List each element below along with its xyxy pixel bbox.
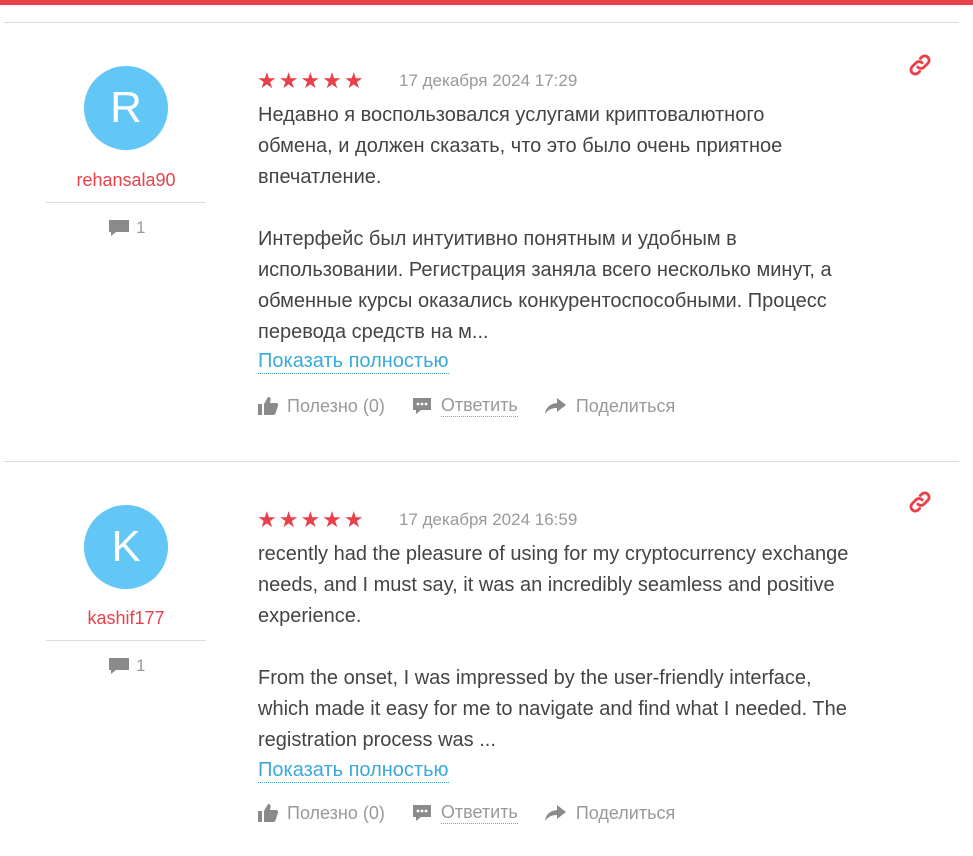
permalink-icon[interactable]	[907, 489, 933, 515]
review-actions: Полезно (0) Ответить Поделиться	[257, 395, 701, 417]
review-paragraph: Недавно я воспользовался услугами крипто…	[258, 104, 783, 188]
review-text: recently had the pleasure of using for m…	[258, 539, 938, 756]
show-more-link[interactable]: Показать полностью	[258, 349, 449, 374]
user-divider	[46, 202, 206, 203]
share-button[interactable]: Поделиться	[544, 803, 675, 824]
share-label: Поделиться	[575, 802, 676, 823]
share-arrow-icon	[544, 398, 566, 414]
share-label: Поделиться	[575, 395, 676, 416]
review-card: K kashif177 1 ★★★★★ 17 декабря 2024 16:5…	[0, 461, 973, 856]
reply-label: Ответить	[440, 395, 518, 417]
username[interactable]: rehansala90	[46, 170, 206, 191]
helpful-button[interactable]: Полезно (0)	[257, 803, 385, 824]
helpful-label: Полезно (0)	[287, 802, 385, 823]
review-date: 17 декабря 2024 17:29	[399, 71, 578, 90]
helpful-label: Полезно (0)	[287, 395, 385, 416]
comment-count: 1	[108, 218, 145, 238]
avatar[interactable]: R	[84, 66, 168, 150]
top-accent-bar	[0, 0, 973, 5]
show-more-link[interactable]: Показать полностью	[258, 758, 449, 783]
review-actions: Полезно (0) Ответить Поделиться	[257, 802, 701, 824]
thumbs-up-icon	[258, 804, 279, 822]
reply-button[interactable]: Ответить	[411, 395, 518, 417]
reply-button[interactable]: Ответить	[411, 802, 518, 824]
review-paragraph: Интерфейс был интуитивно понятным и удоб…	[258, 228, 832, 343]
avatar[interactable]: K	[84, 505, 168, 589]
comment-count-value: 1	[136, 656, 146, 675]
username[interactable]: kashif177	[46, 608, 206, 629]
review-date: 17 декабря 2024 16:59	[399, 510, 578, 529]
review-paragraph: recently had the pleasure of using for m…	[258, 543, 849, 627]
review-card: R rehansala90 1 ★★★★★ 17 декабря 2024 17…	[0, 22, 973, 462]
permalink-icon[interactable]	[907, 52, 933, 78]
reply-bubble-icon	[412, 398, 431, 414]
share-button[interactable]: Поделиться	[544, 396, 675, 417]
comment-icon	[109, 658, 129, 674]
rating-stars: ★★★★★	[257, 68, 366, 93]
reply-label: Ответить	[440, 802, 518, 824]
rating-stars: ★★★★★	[257, 507, 366, 532]
share-arrow-icon	[544, 805, 566, 821]
thumbs-up-icon	[258, 397, 279, 415]
review-paragraph: From the onset, I was impressed by the u…	[258, 667, 847, 751]
comment-count-value: 1	[136, 218, 146, 237]
comment-icon	[109, 220, 129, 236]
user-divider	[46, 640, 206, 641]
reply-bubble-icon	[412, 805, 431, 821]
review-text: Недавно я воспользовался услугами крипто…	[258, 100, 938, 348]
helpful-button[interactable]: Полезно (0)	[257, 396, 385, 417]
comment-count: 1	[108, 656, 145, 676]
